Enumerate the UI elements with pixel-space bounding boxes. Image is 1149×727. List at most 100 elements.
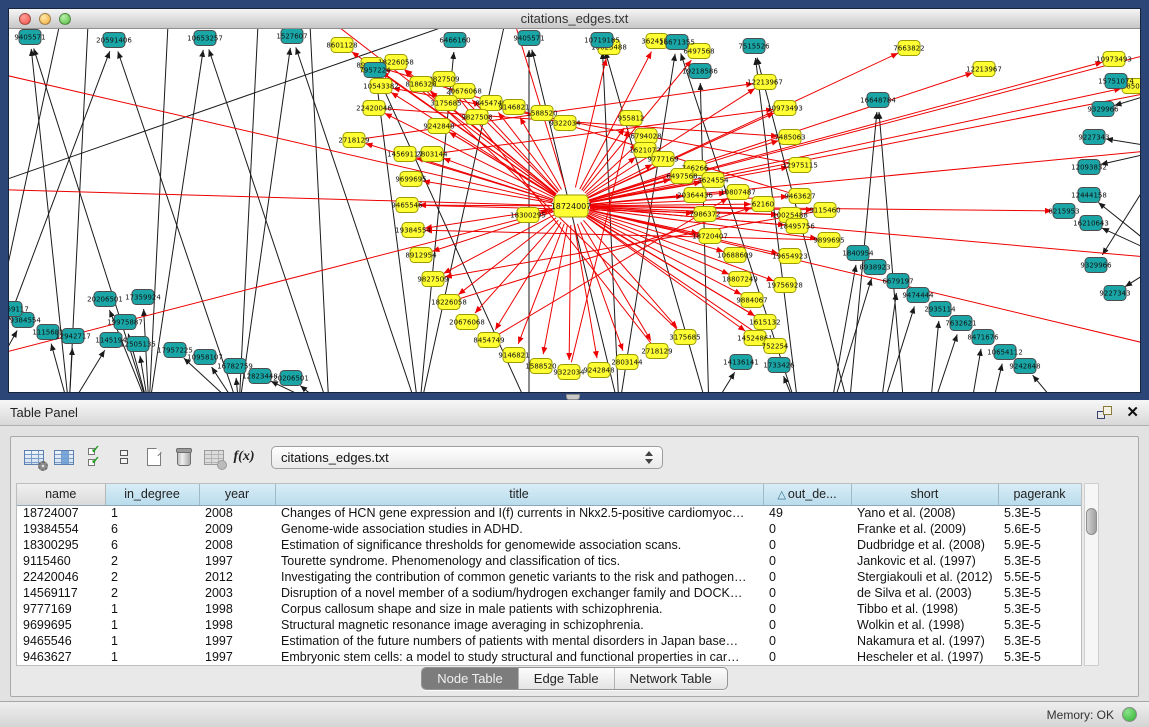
- graph-node-label: 10654112: [987, 349, 1023, 357]
- graph-node-label: 9463627: [784, 193, 815, 201]
- cell-title: Structural magnetic resonance image aver…: [275, 617, 763, 633]
- cell-title: Genome-wide association studies in ADHD.: [275, 521, 763, 537]
- function-builder-button[interactable]: f(x): [229, 443, 259, 471]
- cell-year: 2009: [199, 521, 275, 537]
- graph-node-label: 7957224: [359, 67, 391, 75]
- graph-node-label: 9827508: [461, 114, 492, 122]
- memory-status-dot[interactable]: [1122, 707, 1137, 722]
- graph-node-label: 12093832: [1071, 164, 1107, 172]
- graph-node-label: 752254: [762, 343, 789, 351]
- column-header-in_degree[interactable]: in_degree: [105, 484, 199, 505]
- graph-node-label: 9227343: [1078, 134, 1109, 142]
- minimize-window-button[interactable]: [39, 13, 51, 25]
- graph-node-label: 1588520: [526, 110, 557, 118]
- graph-node-label: 6497568: [666, 173, 697, 181]
- table-row[interactable]: 946554611997Estimation of the future num…: [17, 633, 1081, 649]
- column-header-out_de[interactable]: △out_de...: [763, 484, 851, 505]
- cell-pagerank: 5.3E-5: [998, 601, 1081, 617]
- graph-edge: [9, 330, 17, 392]
- network-canvas[interactable]: 1830029586011288912954182260589827509818…: [9, 29, 1140, 392]
- graph-edge: [444, 215, 555, 274]
- cell-in_degree: 2: [105, 569, 199, 585]
- close-window-button[interactable]: [19, 13, 31, 25]
- graph-node-label: 8186328: [405, 81, 436, 89]
- cell-out_de: 0: [763, 633, 851, 649]
- graph-node-label: 10973493: [767, 105, 803, 113]
- column-header-pagerank[interactable]: pagerank: [998, 484, 1081, 505]
- graph-node-label: 10719185: [584, 37, 620, 45]
- graph-edge: [929, 334, 957, 392]
- column-header-title[interactable]: title: [275, 484, 763, 505]
- graph-node-label: 7632621: [945, 320, 976, 328]
- graph-node-label: 16210643: [1073, 220, 1109, 228]
- scrollbar-thumb[interactable]: [1086, 508, 1097, 535]
- column-header-name[interactable]: name: [17, 484, 105, 505]
- cell-year: 1997: [199, 649, 275, 665]
- close-panel-icon[interactable]: ✕: [1126, 406, 1139, 420]
- column-header-short[interactable]: short: [851, 484, 998, 505]
- zoom-window-button[interactable]: [59, 13, 71, 25]
- graph-node-label: 14136141: [723, 359, 759, 367]
- table-row[interactable]: 2242004622012Investigating the contribut…: [17, 569, 1081, 585]
- graph-node-label: 8454749: [473, 337, 504, 345]
- graph-node-label: 18720407: [692, 233, 728, 241]
- graph-edge: [443, 158, 553, 199]
- graph-node-label: 18226058: [431, 299, 467, 307]
- tab-edge-table[interactable]: Edge Table: [518, 668, 614, 689]
- graph-node-label: 8938923: [859, 264, 890, 272]
- delete-column-button[interactable]: [169, 443, 199, 471]
- table-row[interactable]: 977716911998Corpus callosum shape and si…: [17, 601, 1081, 617]
- graph-node-label: 1588520: [525, 363, 556, 371]
- cell-short: Nakamura et al. (1997): [851, 633, 998, 649]
- table-row[interactable]: 1830029562008Estimation of significance …: [17, 537, 1081, 553]
- float-panel-icon[interactable]: [1097, 406, 1112, 419]
- window-titlebar[interactable]: citations_edges.txt: [9, 9, 1140, 29]
- graph-node-label: 10653257: [187, 35, 223, 43]
- select-columns-button[interactable]: ✓ ✓: [79, 443, 109, 471]
- cell-in_degree: 1: [105, 617, 199, 633]
- row-height-button[interactable]: [109, 443, 139, 471]
- graph-edge: [309, 29, 329, 392]
- cell-year: 1998: [199, 617, 275, 633]
- graph-node-label: 9329966: [1087, 106, 1119, 114]
- table-panel-body: ✓ ✓ f(x) citations_edges.txt: [10, 436, 1139, 697]
- table-row[interactable]: 969969511998Structural magnetic resonanc…: [17, 617, 1081, 633]
- cell-in_degree: 1: [105, 649, 199, 665]
- cell-pagerank: 5.3E-5: [998, 617, 1081, 633]
- table-row[interactable]: 946362711997Embryonic stem cells: a mode…: [17, 649, 1081, 665]
- graph-edge: [1106, 139, 1140, 149]
- column-header-year[interactable]: year: [199, 484, 275, 505]
- tab-node-table[interactable]: Node Table: [422, 668, 518, 689]
- cell-in_degree: 1: [105, 505, 199, 521]
- network-table-select[interactable]: citations_edges.txt: [271, 446, 663, 469]
- cell-out_de: 0: [763, 569, 851, 585]
- cell-short: Jankovic et al. (1997): [851, 553, 998, 569]
- cell-short: Stergiakouli et al. (2012): [851, 569, 998, 585]
- graph-node-label: 15751074: [1098, 78, 1134, 86]
- graph-node-label: 9227343: [1099, 290, 1130, 298]
- table-panel: Table Panel ✕ ✓ ✓: [0, 400, 1149, 727]
- cell-name: 14569117: [17, 585, 105, 601]
- graph-node-label: 20676068: [449, 319, 485, 327]
- graph-edge: [69, 350, 105, 392]
- table-column-icon: [54, 450, 74, 465]
- graph-node-label: 12942717: [55, 333, 91, 341]
- cell-pagerank: 5.5E-5: [998, 569, 1081, 585]
- cell-out_de: 0: [763, 553, 851, 569]
- graph-node-label: 16671355: [659, 39, 695, 47]
- table-row[interactable]: 911546021997Tourette syndrome. Phenomeno…: [17, 553, 1081, 569]
- show-columns-button[interactable]: [49, 443, 79, 471]
- network-graph[interactable]: 1830029586011288912954182260589827509818…: [9, 29, 1140, 392]
- table-row[interactable]: 1872400712008Changes of HCN gene express…: [17, 505, 1081, 521]
- cell-name: 9115460: [17, 553, 105, 569]
- graph-edge: [543, 225, 567, 355]
- window-title: citations_edges.txt: [9, 9, 1140, 29]
- cell-short: Tibbo et al. (1998): [851, 601, 998, 617]
- table-scrollbar[interactable]: [1084, 483, 1099, 666]
- graph-edge: [296, 47, 419, 392]
- table-row[interactable]: 1938455462009Genome-wide association stu…: [17, 521, 1081, 537]
- tab-network-table[interactable]: Network Table: [614, 668, 727, 689]
- new-column-button[interactable]: [139, 443, 169, 471]
- table-row[interactable]: 1456911722003Disruption of a novel membe…: [17, 585, 1081, 601]
- table-options-button[interactable]: [19, 443, 49, 471]
